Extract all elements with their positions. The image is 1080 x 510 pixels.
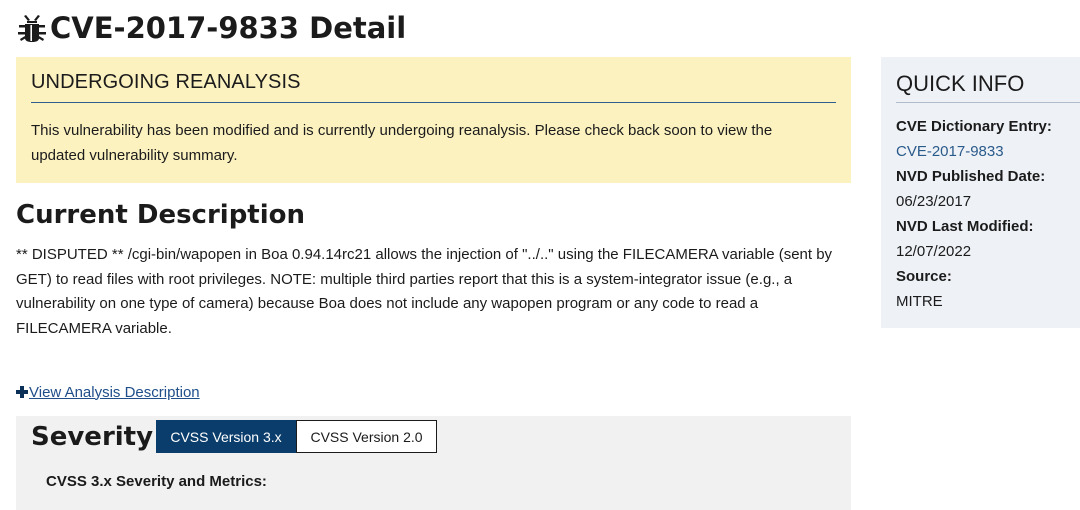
- view-analysis-label[interactable]: View Analysis Description: [29, 384, 200, 401]
- severity-panel: Severity CVSS Version 3.x CVSS Version 2…: [16, 416, 851, 510]
- page-title-text: CVE-2017-9833 Detail: [50, 11, 407, 45]
- view-analysis-description-link[interactable]: View Analysis Description: [16, 380, 200, 404]
- tab-cvss-v3[interactable]: CVSS Version 3.x: [156, 420, 296, 453]
- bug-icon: [16, 12, 48, 44]
- source-value: MITRE: [896, 293, 943, 310]
- current-description-text: ** DISPUTED ** /cgi-bin/wapopen in Boa 0…: [16, 246, 833, 337]
- cve-dictionary-entry-label: CVE Dictionary Entry:: [896, 118, 1052, 135]
- quick-info-title: QUICK INFO: [896, 67, 1080, 103]
- cvss3-metrics-label: CVSS 3.x Severity and Metrics:: [46, 473, 267, 490]
- nvd-last-modified-value: 12/07/2022: [896, 243, 972, 260]
- current-description-heading: Current Description: [16, 200, 306, 230]
- page-title: CVE-2017-9833 Detail: [16, 8, 406, 48]
- quick-info-panel: QUICK INFO CVE Dictionary Entry: CVE-201…: [881, 57, 1080, 328]
- nvd-published-date-label: NVD Published Date:: [896, 168, 1046, 185]
- nvd-last-modified-label: NVD Last Modified:: [896, 218, 1034, 235]
- severity-heading: Severity: [31, 422, 154, 452]
- banner-text: This vulnerability has been modified and…: [31, 122, 773, 164]
- cve-dictionary-entry-link[interactable]: CVE-2017-9833: [896, 139, 1052, 164]
- source-label: Source:: [896, 268, 952, 285]
- nvd-published-date-value: 06/23/2017: [896, 193, 972, 210]
- reanalysis-banner: UNDERGOING REANALYSIS This vulnerability…: [16, 57, 851, 183]
- plus-icon: [16, 386, 28, 398]
- banner-heading: UNDERGOING REANALYSIS: [31, 62, 836, 103]
- tab-cvss-v2[interactable]: CVSS Version 2.0: [296, 420, 437, 453]
- quick-info-list: CVE Dictionary Entry: CVE-2017-9833 NVD …: [896, 114, 1052, 314]
